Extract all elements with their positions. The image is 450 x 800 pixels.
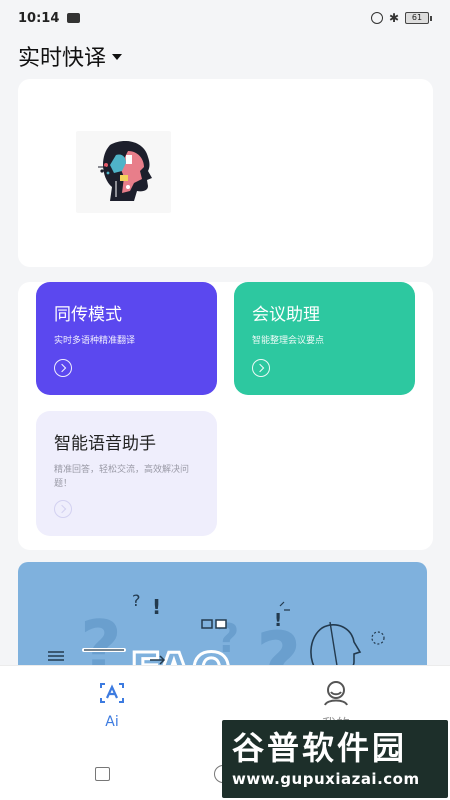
status-bar: 10:14 ✱ 61: [0, 0, 450, 36]
feature-panel: 同传模式 实时多语种精准翻译 会议助理 智能整理会议要点 智能语音助手 精准回答…: [18, 282, 433, 550]
ai-head-illustration: [76, 131, 171, 213]
tile-title: 会议助理: [252, 305, 320, 325]
tile-title: 同传模式: [54, 305, 122, 325]
watermark-url: www.gupuxiazai.com: [232, 770, 420, 788]
recents-button[interactable]: [95, 767, 110, 781]
arrow-right-icon: [54, 359, 72, 377]
tile-title: 智能语音助手: [54, 434, 156, 454]
arrow-right-icon: [54, 500, 72, 518]
nav-item-ai[interactable]: Ai: [52, 680, 172, 730]
tile-description: 实时多语种精准翻译: [54, 336, 136, 346]
ai-translate-icon: [100, 683, 124, 703]
watermark: 谷普软件园 www.gupuxiazai.com: [222, 720, 448, 798]
battery-level: 61: [405, 12, 429, 24]
page-title: 实时快译: [18, 46, 107, 71]
voice-assistant-card[interactable]: 智能语音助手 精准回答，轻松交流，高效解决问题！: [36, 411, 217, 536]
tile-description: 智能整理会议要点: [252, 336, 325, 346]
faq-illustration: ? ? ? ? ! ! FAQ: [48, 591, 385, 682]
tile-description: 精准回答，轻松交流，高效解决问题！: [54, 465, 190, 489]
svg-text:!: !: [152, 595, 161, 619]
svg-text:?: ?: [132, 591, 141, 610]
status-time: 10:14: [18, 10, 60, 26]
faq-banner[interactable]: ? ? ? ? ! ! FAQ: [18, 562, 427, 682]
simultaneous-interpretation-card[interactable]: 同传模式 实时多语种精准翻译: [36, 282, 217, 395]
battery-icon: 61: [405, 12, 432, 24]
svg-text:!: !: [274, 610, 282, 631]
hero-card: [18, 79, 433, 267]
bluetooth-icon: ✱: [388, 11, 399, 25]
mode-selector[interactable]: 实时快译: [18, 40, 123, 72]
watermark-title: 谷普软件园: [232, 729, 408, 767]
alarm-icon: [370, 12, 383, 24]
nav-label: Ai: [105, 714, 119, 730]
meeting-assistant-card[interactable]: 会议助理 智能整理会议要点: [234, 282, 415, 395]
message-icon: [67, 13, 81, 23]
user-icon: [324, 681, 348, 706]
arrow-right-icon: [252, 359, 270, 377]
status-icons: ✱ 61: [370, 11, 432, 25]
caret-down-icon: [112, 54, 123, 60]
